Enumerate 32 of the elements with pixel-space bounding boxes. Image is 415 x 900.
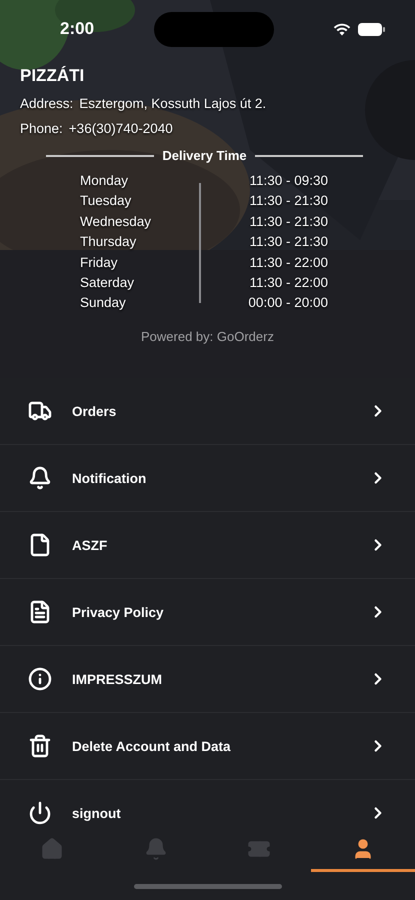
bell-icon: [144, 836, 168, 860]
document-icon: [28, 600, 52, 624]
day-name: Thursday: [80, 234, 136, 250]
bell-icon: [28, 466, 52, 490]
opening-hours: 11:30 - 09:30: [249, 173, 328, 189]
info-icon: [28, 667, 52, 691]
restaurant-name: PIZZÁTI: [19, 65, 86, 86]
home-icon: [40, 836, 64, 860]
phone-text: +36(30)740-2040: [68, 121, 173, 136]
phone-label: Phone:: [20, 121, 63, 136]
power-icon: [28, 801, 52, 825]
truck-icon: [28, 399, 52, 423]
trash-icon: [28, 734, 52, 758]
document-icon: [28, 533, 52, 557]
day-name: Friday: [80, 254, 118, 271]
day-name: Tuesday: [80, 193, 132, 210]
opening-hours: 11:30 - 21:30: [249, 193, 328, 210]
delivery-time-title: Delivery Time: [162, 148, 247, 163]
day-name: Saterday: [80, 274, 134, 291]
status-time: 2:00: [60, 19, 94, 39]
day-name: Wednesday: [80, 214, 152, 230]
opening-hours: 11:30 - 21:30: [249, 214, 328, 230]
opening-hours: 11:30 - 22:00: [249, 274, 328, 291]
opening-hours: 11:30 - 21:30: [249, 234, 328, 250]
opening-hours: 11:30 - 22:00: [249, 254, 328, 271]
address-text: Esztergom, Kossuth Lajos út 2.: [79, 96, 266, 111]
powered-by-text: Powered by: GoOrderz: [140, 329, 275, 344]
opening-hours: 00:00 - 20:00: [248, 295, 328, 312]
address-label: Address:: [20, 96, 74, 111]
day-name: Sunday: [80, 295, 126, 312]
day-name: Monday: [80, 173, 128, 189]
wifi-icon: [333, 22, 351, 36]
